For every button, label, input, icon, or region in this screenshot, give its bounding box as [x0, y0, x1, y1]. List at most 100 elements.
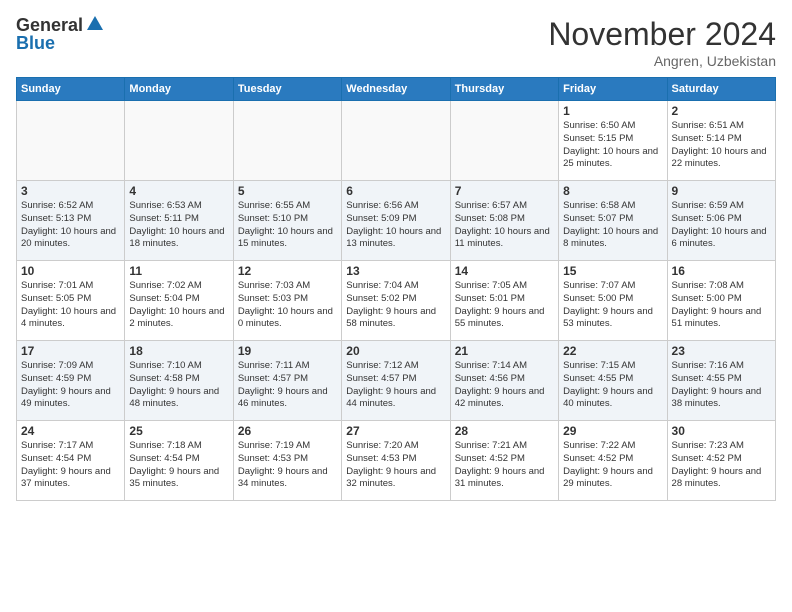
- day-number: 3: [21, 184, 120, 198]
- day-info: Sunrise: 7:19 AM Sunset: 4:53 PM Dayligh…: [238, 440, 337, 491]
- day-info: Sunrise: 7:01 AM Sunset: 5:05 PM Dayligh…: [21, 280, 120, 331]
- day-number: 12: [238, 264, 337, 278]
- calendar-cell: 4 Sunrise: 6:53 AM Sunset: 5:11 PM Daylig…: [125, 181, 233, 261]
- day-info: Sunrise: 6:52 AM Sunset: 5:13 PM Dayligh…: [21, 200, 120, 251]
- day-number: 26: [238, 424, 337, 438]
- day-number: 18: [129, 344, 228, 358]
- day-number: 8: [563, 184, 662, 198]
- calendar-cell: 8Sunrise: 6:58 AM Sunset: 5:07 PM Daylig…: [559, 181, 667, 261]
- day-number: 21: [455, 344, 554, 358]
- header-saturday: Saturday: [667, 78, 775, 101]
- day-info: Sunrise: 6:59 AM Sunset: 5:06 PM Dayligh…: [672, 200, 771, 251]
- day-info: Sunrise: 7:16 AM Sunset: 4:55 PM Dayligh…: [672, 360, 771, 411]
- calendar-cell: 29 Sunrise: 7:22 AM Sunset: 4:52 PM Dayli…: [559, 421, 667, 501]
- day-number: 16: [672, 264, 771, 278]
- day-info: Sunrise: 7:05 AM Sunset: 5:01 PM Dayligh…: [455, 280, 554, 331]
- calendar-cell: [125, 101, 233, 181]
- day-info: Sunrise: 7:17 AM Sunset: 4:54 PM Dayligh…: [21, 440, 120, 491]
- day-number: 13: [346, 264, 445, 278]
- day-info: Sunrise: 7:08 AM Sunset: 5:00 PM Dayligh…: [672, 280, 771, 331]
- calendar-cell: 20Sunrise: 7:12 AM Sunset: 4:57 PM Dayli…: [342, 341, 450, 421]
- calendar-cell: 17 Sunrise: 7:09 AM Sunset: 4:59 PM Dayli…: [17, 341, 125, 421]
- day-info: Sunrise: 6:53 AM Sunset: 5:11 PM Dayligh…: [129, 200, 228, 251]
- day-number: 23: [672, 344, 771, 358]
- day-info: Sunrise: 7:03 AM Sunset: 5:03 PM Dayligh…: [238, 280, 337, 331]
- logo-blue-text: Blue: [16, 34, 55, 52]
- calendar-table: SundayMondayTuesdayWednesdayThursdayFrid…: [16, 77, 776, 501]
- calendar-cell: 2 Sunrise: 6:51 AM Sunset: 5:14 PM Daylig…: [667, 101, 775, 181]
- day-number: 17: [21, 344, 120, 358]
- day-info: Sunrise: 6:56 AM Sunset: 5:09 PM Dayligh…: [346, 200, 445, 251]
- calendar-cell: [342, 101, 450, 181]
- calendar-cell: 18 Sunrise: 7:10 AM Sunset: 4:58 PM Dayli…: [125, 341, 233, 421]
- calendar-cell: [450, 101, 558, 181]
- calendar-cell: 23 Sunrise: 7:16 AM Sunset: 4:55 PM Dayli…: [667, 341, 775, 421]
- week-row-5: 24 Sunrise: 7:17 AM Sunset: 4:54 PM Dayli…: [17, 421, 776, 501]
- calendar-cell: 6 Sunrise: 6:56 AM Sunset: 5:09 PM Daylig…: [342, 181, 450, 261]
- week-row-3: 10 Sunrise: 7:01 AM Sunset: 5:05 PM Dayli…: [17, 261, 776, 341]
- day-info: Sunrise: 7:07 AM Sunset: 5:00 PM Dayligh…: [563, 280, 662, 331]
- day-info: Sunrise: 7:11 AM Sunset: 4:57 PM Dayligh…: [238, 360, 337, 411]
- day-number: 9: [672, 184, 771, 198]
- week-row-2: 3 Sunrise: 6:52 AM Sunset: 5:13 PM Daylig…: [17, 181, 776, 261]
- day-number: 1: [563, 104, 662, 118]
- day-number: 6: [346, 184, 445, 198]
- header-thursday: Thursday: [450, 78, 558, 101]
- logo: General Blue: [16, 16, 103, 52]
- calendar-cell: 27Sunrise: 7:20 AM Sunset: 4:53 PM Dayli…: [342, 421, 450, 501]
- day-number: 22: [563, 344, 662, 358]
- location-title: Angren, Uzbekistan: [548, 53, 776, 69]
- day-number: 19: [238, 344, 337, 358]
- day-number: 7: [455, 184, 554, 198]
- day-number: 10: [21, 264, 120, 278]
- day-number: 4: [129, 184, 228, 198]
- day-info: Sunrise: 7:21 AM Sunset: 4:52 PM Dayligh…: [455, 440, 554, 491]
- month-title: November 2024: [548, 16, 776, 53]
- header-wednesday: Wednesday: [342, 78, 450, 101]
- day-info: Sunrise: 7:22 AM Sunset: 4:52 PM Dayligh…: [563, 440, 662, 491]
- day-info: Sunrise: 7:18 AM Sunset: 4:54 PM Dayligh…: [129, 440, 228, 491]
- calendar-cell: 7 Sunrise: 6:57 AM Sunset: 5:08 PM Daylig…: [450, 181, 558, 261]
- calendar-cell: 12 Sunrise: 7:03 AM Sunset: 5:03 PM Dayli…: [233, 261, 341, 341]
- calendar-cell: 10 Sunrise: 7:01 AM Sunset: 5:05 PM Dayli…: [17, 261, 125, 341]
- day-number: 28: [455, 424, 554, 438]
- day-number: 2: [672, 104, 771, 118]
- calendar-cell: 22Sunrise: 7:15 AM Sunset: 4:55 PM Dayli…: [559, 341, 667, 421]
- day-number: 29: [563, 424, 662, 438]
- day-info: Sunrise: 6:51 AM Sunset: 5:14 PM Dayligh…: [672, 120, 771, 171]
- day-info: Sunrise: 7:23 AM Sunset: 4:52 PM Dayligh…: [672, 440, 771, 491]
- calendar-cell: 13 Sunrise: 7:04 AM Sunset: 5:02 PM Dayli…: [342, 261, 450, 341]
- day-number: 27: [346, 424, 445, 438]
- calendar-cell: 9 Sunrise: 6:59 AM Sunset: 5:06 PM Daylig…: [667, 181, 775, 261]
- calendar-cell: 24 Sunrise: 7:17 AM Sunset: 4:54 PM Dayli…: [17, 421, 125, 501]
- day-number: 5: [238, 184, 337, 198]
- day-info: Sunrise: 6:55 AM Sunset: 5:10 PM Dayligh…: [238, 200, 337, 251]
- day-number: 25: [129, 424, 228, 438]
- calendar-header-row: SundayMondayTuesdayWednesdayThursdayFrid…: [17, 78, 776, 101]
- day-number: 30: [672, 424, 771, 438]
- calendar-cell: 1 Sunrise: 6:50 AM Sunset: 5:15 PM Daylig…: [559, 101, 667, 181]
- day-number: 11: [129, 264, 228, 278]
- day-info: Sunrise: 6:57 AM Sunset: 5:08 PM Dayligh…: [455, 200, 554, 251]
- day-number: 24: [21, 424, 120, 438]
- calendar-cell: 28 Sunrise: 7:21 AM Sunset: 4:52 PM Dayli…: [450, 421, 558, 501]
- calendar-cell: 11 Sunrise: 7:02 AM Sunset: 5:04 PM Dayli…: [125, 261, 233, 341]
- calendar-cell: [233, 101, 341, 181]
- day-info: Sunrise: 6:50 AM Sunset: 5:15 PM Dayligh…: [563, 120, 662, 171]
- calendar-cell: 5 Sunrise: 6:55 AM Sunset: 5:10 PM Daylig…: [233, 181, 341, 261]
- header-friday: Friday: [559, 78, 667, 101]
- logo-general-text: General: [16, 16, 83, 34]
- page-header: General Blue November 2024 Angren, Uzbek…: [16, 16, 776, 69]
- day-info: Sunrise: 7:02 AM Sunset: 5:04 PM Dayligh…: [129, 280, 228, 331]
- day-number: 20: [346, 344, 445, 358]
- day-info: Sunrise: 7:09 AM Sunset: 4:59 PM Dayligh…: [21, 360, 120, 411]
- day-number: 15: [563, 264, 662, 278]
- header-monday: Monday: [125, 78, 233, 101]
- week-row-1: 1 Sunrise: 6:50 AM Sunset: 5:15 PM Daylig…: [17, 101, 776, 181]
- day-info: Sunrise: 7:04 AM Sunset: 5:02 PM Dayligh…: [346, 280, 445, 331]
- day-info: Sunrise: 7:10 AM Sunset: 4:58 PM Dayligh…: [129, 360, 228, 411]
- calendar-cell: [17, 101, 125, 181]
- calendar-cell: 21Sunrise: 7:14 AM Sunset: 4:56 PM Dayli…: [450, 341, 558, 421]
- calendar-cell: 14Sunrise: 7:05 AM Sunset: 5:01 PM Dayli…: [450, 261, 558, 341]
- calendar-cell: 30 Sunrise: 7:23 AM Sunset: 4:52 PM Dayli…: [667, 421, 775, 501]
